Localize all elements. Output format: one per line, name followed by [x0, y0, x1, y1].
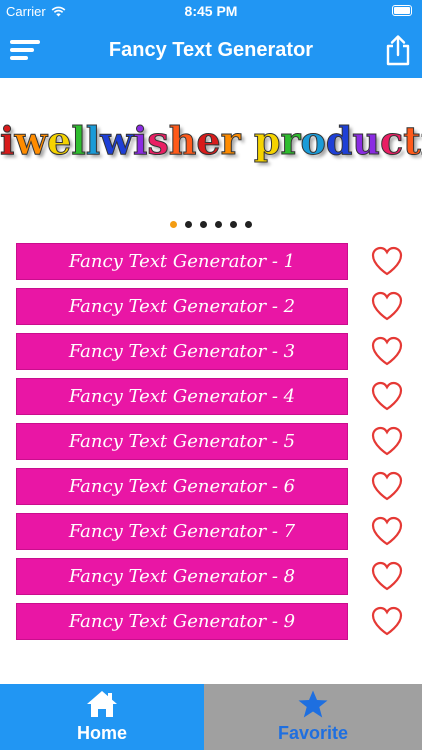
generator-button[interactable]: Fancy Text Generator - 4: [16, 378, 348, 415]
generator-button[interactable]: Fancy Text Generator - 8: [16, 558, 348, 595]
generator-label: Fancy Text Generator - 3: [68, 341, 296, 362]
page-dot: [230, 221, 237, 228]
tab-home[interactable]: Home: [0, 684, 204, 750]
page-title: Fancy Text Generator: [108, 39, 314, 61]
star-icon: [298, 690, 328, 718]
page-dot: [245, 221, 252, 228]
page-dot: [215, 221, 222, 228]
generator-button[interactable]: Fancy Text Generator - 1: [16, 243, 348, 280]
favorite-heart-icon[interactable]: [370, 560, 404, 592]
page-dot: [170, 221, 177, 228]
page-indicator: [0, 221, 422, 233]
nav-bar: Fancy Text Generator: [0, 22, 422, 78]
page-dot: [200, 221, 207, 228]
generator-button[interactable]: Fancy Text Generator - 5: [16, 423, 348, 460]
page-dot: [185, 221, 192, 228]
generator-label: Fancy Text Generator - 2: [68, 296, 296, 317]
generator-button[interactable]: Fancy Text Generator - 2: [16, 288, 348, 325]
favorite-heart-icon[interactable]: [370, 380, 404, 412]
generator-label: Fancy Text Generator - 9: [68, 611, 296, 632]
favorite-heart-icon[interactable]: [370, 470, 404, 502]
favorite-heart-icon[interactable]: [370, 425, 404, 457]
favorite-heart-icon[interactable]: [370, 335, 404, 367]
tab-bar: Home Favorite: [0, 684, 422, 750]
list-item: Fancy Text Generator - 5: [0, 423, 422, 463]
favorite-heart-icon[interactable]: [370, 515, 404, 547]
banner-logo-text: iwellwisher production: [0, 118, 422, 164]
favorite-heart-icon[interactable]: [370, 245, 404, 277]
share-icon[interactable]: [384, 34, 412, 66]
generator-button[interactable]: Fancy Text Generator - 3: [16, 333, 348, 370]
list-item: Fancy Text Generator - 8: [0, 558, 422, 598]
generator-label: Fancy Text Generator - 8: [68, 566, 296, 587]
generator-label: Fancy Text Generator - 4: [68, 386, 296, 407]
generator-label: Fancy Text Generator - 5: [68, 431, 296, 452]
list-item: Fancy Text Generator - 7: [0, 513, 422, 553]
generator-button[interactable]: Fancy Text Generator - 7: [16, 513, 348, 550]
status-time: 8:45 PM: [184, 3, 238, 19]
favorite-heart-icon[interactable]: [370, 605, 404, 637]
list-item: Fancy Text Generator - 1: [0, 243, 422, 283]
favorite-heart-icon[interactable]: [370, 290, 404, 322]
status-bar: Carrier 8:45 PM: [0, 0, 422, 22]
list-item: Fancy Text Generator - 6: [0, 468, 422, 508]
generator-label: Fancy Text Generator - 1: [68, 251, 296, 272]
hamburger-menu-icon[interactable]: [10, 38, 40, 62]
list-item: Fancy Text Generator - 3: [0, 333, 422, 373]
generator-label: Fancy Text Generator - 7: [68, 521, 296, 542]
tab-favorite[interactable]: Favorite: [204, 684, 422, 750]
battery-icon: [392, 5, 414, 16]
list-item: Fancy Text Generator - 9: [0, 603, 422, 643]
tab-favorite-label: Favorite: [277, 723, 349, 743]
generator-button[interactable]: Fancy Text Generator - 6: [16, 468, 348, 505]
home-icon: [87, 691, 117, 717]
list-item: Fancy Text Generator - 4: [0, 378, 422, 418]
generator-label: Fancy Text Generator - 6: [68, 476, 296, 497]
app-screen: Carrier 8:45 PM Fancy Text Generator iwe…: [0, 0, 422, 750]
banner-carousel[interactable]: iwellwisher production: [0, 106, 422, 216]
list-item: Fancy Text Generator - 2: [0, 288, 422, 328]
generator-button[interactable]: Fancy Text Generator - 9: [16, 603, 348, 640]
tab-home-label: Home: [76, 723, 127, 743]
